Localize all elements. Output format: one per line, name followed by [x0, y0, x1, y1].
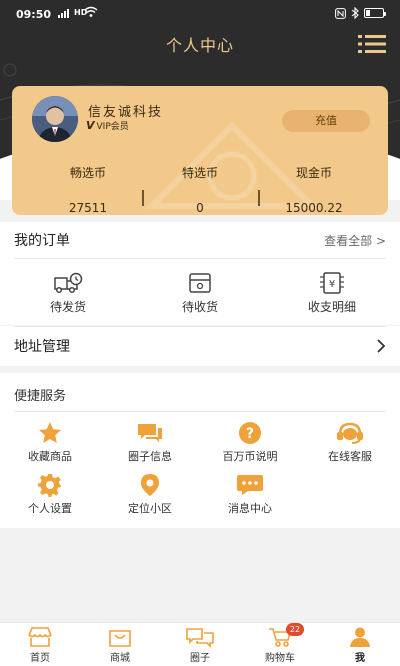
member-card: 信友诚科技 V VIP会员 充值 畅选币 27511 特选币 0 现金币 150… — [12, 86, 388, 215]
service-favorites[interactable]: 收藏商品 — [0, 421, 100, 464]
tab-circle[interactable]: 圈子 — [160, 626, 240, 664]
status-bar: 09:50 HD — [0, 0, 400, 28]
divider — [14, 258, 386, 259]
location-icon — [141, 474, 159, 496]
home-icon — [28, 627, 52, 647]
service-message-center[interactable]: 消息中心 — [200, 473, 300, 516]
service-label: 在线客服 — [328, 450, 372, 463]
tab-label: 我 — [355, 653, 365, 664]
order-item-label: 待收货 — [181, 300, 218, 314]
mall-icon — [109, 630, 131, 647]
service-label: 收藏商品 — [28, 450, 72, 463]
status-time: 09:50 — [16, 8, 52, 21]
wallet-value: 15000.22 — [285, 201, 343, 215]
help-icon: ? — [239, 422, 261, 444]
tab-label: 商城 — [110, 653, 130, 664]
vip-badge: V VIP会员 — [86, 119, 129, 132]
star-icon — [39, 422, 61, 443]
see-all-orders-link[interactable]: 查看全部 > — [324, 232, 386, 249]
service-settings[interactable]: 个人设置 — [0, 473, 100, 516]
service-circle-info[interactable]: 圈子信息 — [100, 421, 200, 464]
wallet-label: 现金币 — [295, 166, 332, 180]
battery-icon — [364, 8, 386, 18]
tab-home[interactable]: 首页 — [0, 626, 80, 664]
wallet-value: 27511 — [68, 201, 108, 215]
address-management-row[interactable]: 地址管理 — [0, 326, 400, 366]
circle-icon — [186, 628, 214, 648]
tab-cart[interactable]: 22 购物车 — [240, 623, 320, 664]
signal-icon — [58, 9, 69, 18]
tab-me[interactable]: 我 — [320, 626, 400, 664]
page-title: 个人中心 — [165, 36, 234, 55]
service-label: 百万币说明 — [222, 450, 278, 463]
headset-icon — [337, 422, 363, 444]
ledger-icon: ¥ — [320, 272, 344, 294]
tab-bar: 首页 商城 圈子 22 购物车 我 — [0, 622, 400, 666]
wallet-label: 特选币 — [181, 166, 218, 180]
nfc-icon — [335, 7, 346, 19]
user-icon — [350, 627, 370, 647]
service-online-support[interactable]: 在线客服 — [300, 421, 400, 464]
menu-icon[interactable] — [358, 34, 386, 54]
service-label: 个人设置 — [28, 502, 72, 515]
tab-label: 圈子 — [190, 653, 210, 664]
order-pending-receipt[interactable]: 待收货 — [140, 272, 260, 315]
bluetooth-icon — [351, 7, 359, 19]
recharge-button[interactable]: 充值 — [282, 110, 370, 132]
chevron-right-icon — [377, 339, 386, 353]
tab-mall[interactable]: 商城 — [80, 626, 160, 664]
chat-icon — [138, 424, 162, 442]
truck-icon — [54, 272, 83, 294]
avatar[interactable] — [32, 96, 78, 142]
vip-icon: V — [86, 119, 95, 132]
wallet-cash[interactable]: 现金币 15000.22 — [256, 164, 372, 215]
wallet-changxuan[interactable]: 畅选币 27511 — [30, 164, 146, 215]
service-label: 圈子信息 — [128, 450, 172, 463]
order-ledger[interactable]: ¥ 收支明细 — [272, 272, 392, 315]
wifi-icon — [84, 6, 98, 17]
wallet-value: 0 — [196, 201, 204, 215]
svg-text:¥: ¥ — [329, 279, 335, 290]
divider — [14, 326, 386, 327]
address-label: 地址管理 — [14, 339, 70, 355]
orders-title: 我的订单 — [14, 233, 70, 249]
order-pending-shipment[interactable]: 待发货 — [8, 272, 128, 315]
vip-label: VIP会员 — [96, 122, 129, 132]
cart-badge: 22 — [286, 623, 304, 636]
service-locate-community[interactable]: 定位小区 — [100, 473, 200, 516]
wallet-label: 畅选币 — [69, 166, 106, 180]
orders-section: 我的订单 查看全部 > 待发货 待收货 ¥ 收支明细 — [0, 222, 400, 325]
status-right — [335, 7, 386, 19]
package-icon — [189, 273, 211, 293]
wallet-texuan[interactable]: 特选币 0 — [142, 164, 258, 215]
divider — [14, 411, 386, 412]
svg-text:?: ? — [246, 426, 254, 442]
service-label: 定位小区 — [128, 502, 172, 515]
tab-label: 首页 — [30, 653, 50, 664]
services-section: 便捷服务 收藏商品 圈子信息 ? 百万币说明 在线客服 个人设置 定位小区 消息… — [0, 373, 400, 528]
service-label: 消息中心 — [228, 502, 272, 515]
tab-label: 购物车 — [265, 653, 295, 664]
service-coin-guide[interactable]: ? 百万币说明 — [200, 421, 300, 464]
user-name: 信友诚科技 — [88, 105, 164, 120]
services-title: 便捷服务 — [14, 389, 67, 404]
order-item-label: 待发货 — [49, 300, 86, 314]
message-icon — [237, 475, 263, 495]
gear-icon — [38, 474, 61, 497]
order-item-label: 收支明细 — [307, 300, 356, 314]
